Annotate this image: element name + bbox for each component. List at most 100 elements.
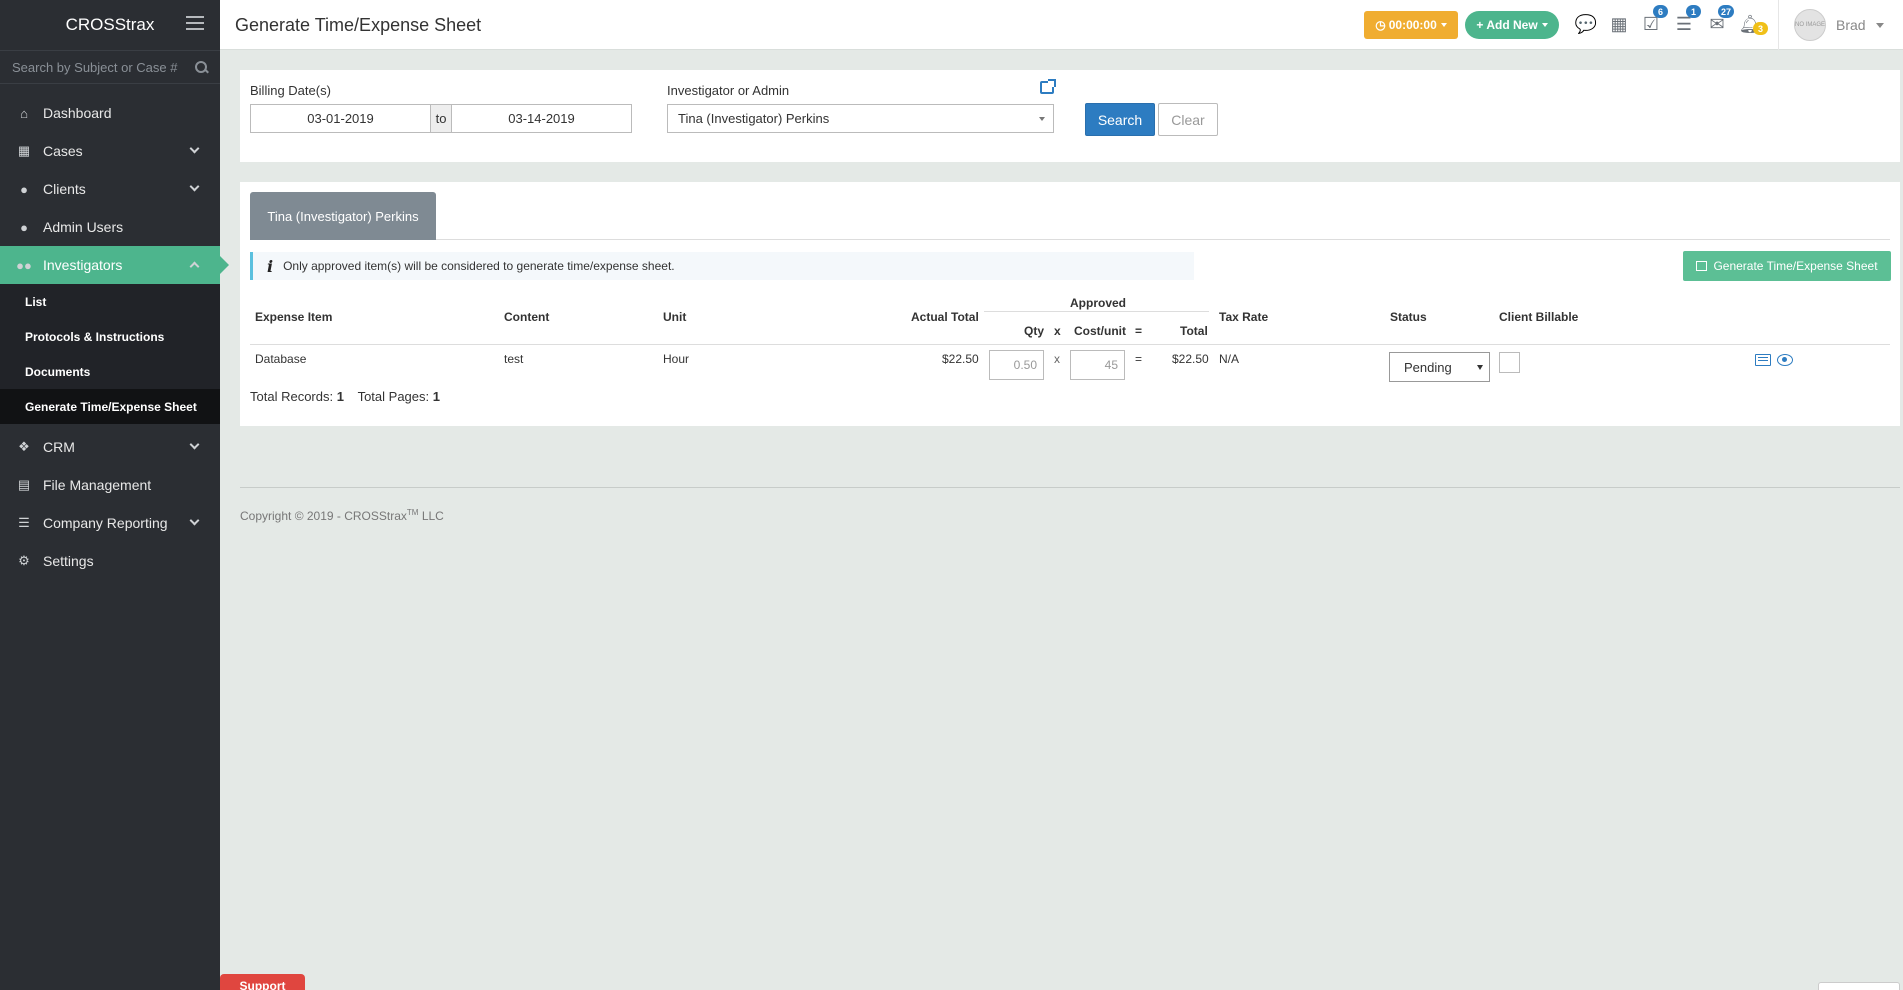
col-tax-rate: Tax Rate bbox=[1219, 310, 1269, 324]
copyright-llc: LLC bbox=[421, 509, 444, 523]
list-icon[interactable]: ☰ 1 bbox=[1673, 5, 1701, 34]
search-icon[interactable] bbox=[194, 60, 208, 74]
sidebar-item-cases[interactable]: ▦ Cases bbox=[0, 132, 220, 170]
caret-down-icon bbox=[1541, 23, 1548, 27]
search-input[interactable] bbox=[12, 59, 194, 75]
sidebar-item-label: Cases bbox=[43, 143, 83, 159]
sidebar-item-company-reporting[interactable]: ☰ Company Reporting bbox=[0, 504, 220, 542]
users-icon: ●● bbox=[16, 257, 32, 273]
cell-content: test bbox=[504, 352, 524, 366]
corner-widget[interactable] bbox=[1818, 982, 1900, 990]
external-link-icon bbox=[1696, 261, 1708, 271]
col-cost-unit: Cost/unit bbox=[1074, 324, 1126, 338]
mail-badge: 27 bbox=[1717, 5, 1734, 18]
grid-icon: ▦ bbox=[17, 143, 31, 158]
sidebar-item-label: Clients bbox=[43, 181, 86, 197]
user-menu[interactable]: NO IMAGE Brad bbox=[1778, 0, 1903, 50]
chevron-down-icon bbox=[189, 143, 200, 154]
caret-down-icon bbox=[1440, 23, 1447, 27]
add-new-button[interactable]: + Add New bbox=[1465, 11, 1559, 39]
add-new-label: Add New bbox=[1486, 18, 1538, 32]
investigator-selected-value: Tina (Investigator) Perkins bbox=[678, 111, 830, 126]
eye-icon[interactable] bbox=[1777, 354, 1793, 366]
date-to-input[interactable]: 03-14-2019 bbox=[451, 104, 632, 133]
client-billable-checkbox[interactable] bbox=[1499, 352, 1520, 373]
submenu-item-generate-sheet[interactable]: Generate Time/Expense Sheet bbox=[0, 389, 220, 424]
cell-actual-total: $22.50 bbox=[942, 352, 979, 366]
sidebar-item-clients[interactable]: ● Clients bbox=[0, 170, 220, 208]
user-icon: ● bbox=[20, 181, 28, 197]
sidebar-item-settings[interactable]: ⚙ Settings bbox=[0, 542, 220, 580]
chat-icon[interactable]: 💬 bbox=[1575, 14, 1597, 34]
col-client-billable: Client Billable bbox=[1499, 310, 1579, 324]
page-title: Generate Time/Expense Sheet bbox=[235, 15, 482, 35]
status-selected-value: Pending bbox=[1404, 359, 1452, 375]
tasks-icon[interactable]: ☑ 6 bbox=[1640, 5, 1668, 34]
col-x: x bbox=[1054, 324, 1061, 338]
timer-value: 00:00:00 bbox=[1388, 18, 1437, 32]
col-actual-total: Actual Total bbox=[911, 310, 979, 324]
sidebar-item-label: Admin Users bbox=[43, 219, 124, 235]
investigator-label: Investigator or Admin bbox=[667, 83, 790, 98]
calendar-icon[interactable]: ▦ bbox=[1608, 14, 1630, 34]
col-status: Status bbox=[1390, 310, 1427, 324]
sidebar-item-dashboard[interactable]: ⌂ Dashboard bbox=[0, 94, 220, 132]
submenu-item-list[interactable]: List bbox=[0, 284, 220, 319]
sidebar-search bbox=[0, 50, 220, 84]
cell-tax-rate: N/A bbox=[1219, 352, 1240, 366]
sidebar-item-crm[interactable]: ❖ CRM bbox=[0, 428, 220, 466]
sidebar-item-file-management[interactable]: ▤ File Management bbox=[0, 466, 220, 504]
info-alert: i Only approved item(s) will be consider… bbox=[250, 252, 1194, 280]
bell-icon[interactable]: 🔔︎ 3 bbox=[1739, 14, 1768, 35]
sidebar-item-label: Company Reporting bbox=[43, 515, 168, 531]
export-icon[interactable] bbox=[1040, 79, 1056, 94]
total-pages-label: Total Pages: bbox=[357, 389, 430, 404]
trademark: TM bbox=[406, 508, 419, 517]
sidebar-item-label: CRM bbox=[43, 439, 75, 455]
bell-badge: 3 bbox=[1753, 22, 1768, 35]
date-range-to: to bbox=[431, 104, 451, 133]
tab-investigator[interactable]: Tina (Investigator) Perkins bbox=[250, 192, 436, 240]
generate-sheet-button[interactable]: Generate Time/Expense Sheet bbox=[1683, 251, 1891, 281]
col-total: Total bbox=[1180, 324, 1208, 338]
caret-down-icon bbox=[1039, 117, 1045, 121]
sidebar-item-label: Settings bbox=[43, 553, 94, 569]
qty-input[interactable]: 0.50 bbox=[989, 350, 1044, 380]
cubes-icon: ❖ bbox=[18, 439, 30, 454]
status-select[interactable]: Pending bbox=[1389, 352, 1490, 382]
sidebar-item-admin-users[interactable]: ● Admin Users bbox=[0, 208, 220, 246]
col-eq: = bbox=[1135, 324, 1143, 338]
approved-divider bbox=[984, 311, 1209, 312]
mail-icon[interactable]: ✉ 27 bbox=[1706, 5, 1734, 34]
submenu-item-protocols[interactable]: Protocols & Instructions bbox=[0, 319, 220, 354]
col-content: Content bbox=[504, 310, 550, 324]
investigators-submenu: List Protocols & Instructions Documents … bbox=[0, 284, 220, 424]
sidebar-item-investigators[interactable]: ●● Investigators bbox=[0, 246, 229, 284]
caret-down-icon bbox=[1875, 22, 1884, 28]
info-icon: i bbox=[267, 256, 274, 276]
cost-unit-input[interactable]: 45 bbox=[1070, 350, 1125, 380]
date-from-input[interactable]: 03-01-2019 bbox=[250, 104, 431, 133]
home-icon: ⌂ bbox=[20, 105, 28, 121]
col-approved: Approved bbox=[1070, 296, 1127, 310]
clear-button[interactable]: Clear bbox=[1158, 103, 1218, 136]
search-button[interactable]: Search bbox=[1085, 103, 1155, 136]
table-header-divider bbox=[250, 344, 1890, 345]
hamburger-menu-icon[interactable] bbox=[186, 16, 204, 30]
sidebar-item-label: Dashboard bbox=[43, 105, 112, 121]
user-icon: ● bbox=[20, 219, 28, 235]
cell-expense-item: Database bbox=[255, 352, 307, 366]
total-records-label: Total Records: bbox=[250, 389, 334, 404]
total-pages-value: 1 bbox=[432, 389, 440, 404]
plus-icon: + bbox=[1476, 18, 1484, 32]
cell-x: x bbox=[1054, 352, 1060, 366]
caret-down-icon bbox=[1477, 365, 1483, 370]
submenu-item-documents[interactable]: Documents bbox=[0, 354, 220, 389]
timer-button[interactable]: ◷ 00:00:00 bbox=[1364, 11, 1458, 39]
copyright: Copyright © 2019 - CROSStraxTM LLC bbox=[240, 508, 444, 523]
investigator-select[interactable]: Tina (Investigator) Perkins bbox=[667, 104, 1054, 133]
cell-eq: = bbox=[1135, 352, 1143, 366]
details-icon[interactable] bbox=[1755, 354, 1771, 366]
support-tab[interactable]: Support bbox=[220, 974, 305, 990]
topbar: Generate Time/Expense Sheet ◷ 00:00:00 +… bbox=[220, 0, 1903, 50]
